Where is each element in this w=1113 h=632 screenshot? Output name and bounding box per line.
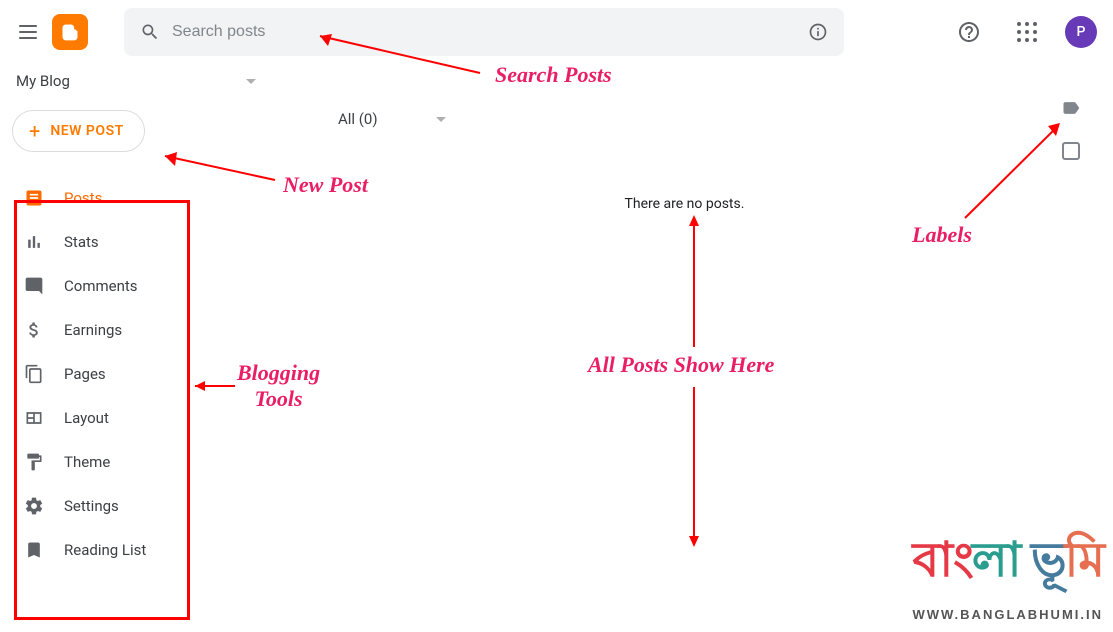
sidebar-item-label: Settings (64, 497, 119, 515)
header-right: P (949, 12, 1097, 52)
content-area: All (0) There are no posts. (256, 98, 1113, 580)
header: P (0, 0, 1113, 64)
layout-icon (24, 408, 44, 428)
chevron-down-icon (436, 117, 446, 122)
info-icon[interactable] (808, 22, 828, 42)
filter-row: All (0) (288, 98, 1081, 140)
sidebar-item-pages[interactable]: Pages (8, 352, 248, 396)
new-post-button[interactable]: + NEW POST (12, 110, 145, 152)
stats-icon (24, 232, 44, 252)
sidebar-item-earnings[interactable]: Earnings (8, 308, 248, 352)
sidebar-item-label: Posts (64, 189, 102, 207)
filter-label: All (0) (338, 110, 378, 128)
settings-icon (24, 496, 44, 516)
new-post-label: NEW POST (50, 123, 123, 139)
blog-name: My Blog (16, 72, 70, 90)
sidebar-item-settings[interactable]: Settings (8, 484, 248, 528)
sidebar-item-label: Comments (64, 277, 138, 295)
sidebar: + NEW POST Posts Stats Comments Earnings (0, 98, 256, 580)
sidebar-item-layout[interactable]: Layout (8, 396, 248, 440)
sidebar-item-label: Earnings (64, 321, 122, 339)
help-icon[interactable] (949, 12, 989, 52)
plus-icon: + (29, 121, 40, 141)
sidebar-item-label: Stats (64, 233, 99, 251)
sidebar-item-label: Theme (64, 453, 110, 471)
search-box[interactable] (124, 8, 844, 56)
blog-selector-row: My Blog (0, 64, 1113, 98)
theme-icon (24, 452, 44, 472)
main: + NEW POST Posts Stats Comments Earnings (0, 98, 1113, 580)
avatar[interactable]: P (1065, 16, 1097, 48)
sidebar-item-comments[interactable]: Comments (8, 264, 248, 308)
apps-icon[interactable] (1007, 12, 1047, 52)
sidebar-nav: Posts Stats Comments Earnings Pages Layo… (8, 176, 248, 572)
chevron-down-icon (246, 79, 256, 84)
empty-message: There are no posts. (288, 196, 1081, 212)
earnings-icon (24, 320, 44, 340)
sidebar-item-label: Reading List (64, 541, 146, 559)
menu-icon[interactable] (16, 20, 40, 44)
sidebar-item-reading-list[interactable]: Reading List (8, 528, 248, 572)
reading-list-icon (24, 540, 44, 560)
sidebar-item-posts[interactable]: Posts (8, 176, 248, 220)
sidebar-item-label: Layout (64, 409, 109, 427)
pages-icon (24, 364, 44, 384)
posts-icon (24, 188, 44, 208)
search-icon (140, 22, 160, 42)
sidebar-item-label: Pages (64, 365, 106, 383)
blog-selector[interactable]: My Blog (16, 64, 256, 98)
label-icon[interactable] (1061, 98, 1081, 122)
watermark-logo: বাংলা ভূমি (912, 524, 1103, 603)
sidebar-item-theme[interactable]: Theme (8, 440, 248, 484)
sidebar-item-stats[interactable]: Stats (8, 220, 248, 264)
right-icons (1061, 98, 1081, 160)
comments-icon (24, 276, 44, 296)
select-all-checkbox[interactable] (1062, 142, 1080, 160)
watermark: বাংলা ভূমি WWW.BANGLABHUMI.IN (912, 524, 1103, 622)
watermark-url: WWW.BANGLABHUMI.IN (912, 607, 1103, 622)
blogger-logo[interactable] (52, 14, 88, 50)
search-input[interactable] (172, 23, 796, 41)
filter-all[interactable]: All (0) (338, 110, 446, 128)
